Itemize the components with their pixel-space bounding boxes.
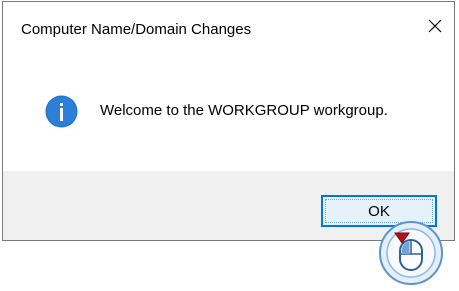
ok-button[interactable]: OK — [321, 195, 437, 227]
dialog-title: Computer Name/Domain Changes — [21, 21, 252, 38]
close-button[interactable] — [416, 10, 454, 42]
button-bar: OK — [3, 171, 454, 240]
dialog-message: Welcome to the WORKGROUP workgroup. — [100, 102, 388, 119]
close-icon — [428, 19, 442, 33]
title-bar[interactable]: Computer Name/Domain Changes — [3, 2, 454, 57]
dialog-content: Welcome to the WORKGROUP workgroup. — [3, 57, 454, 171]
ok-button-label: OK — [368, 202, 390, 220]
info-icon — [45, 95, 78, 128]
message-dialog: Computer Name/Domain Changes Welcome to … — [2, 1, 455, 241]
